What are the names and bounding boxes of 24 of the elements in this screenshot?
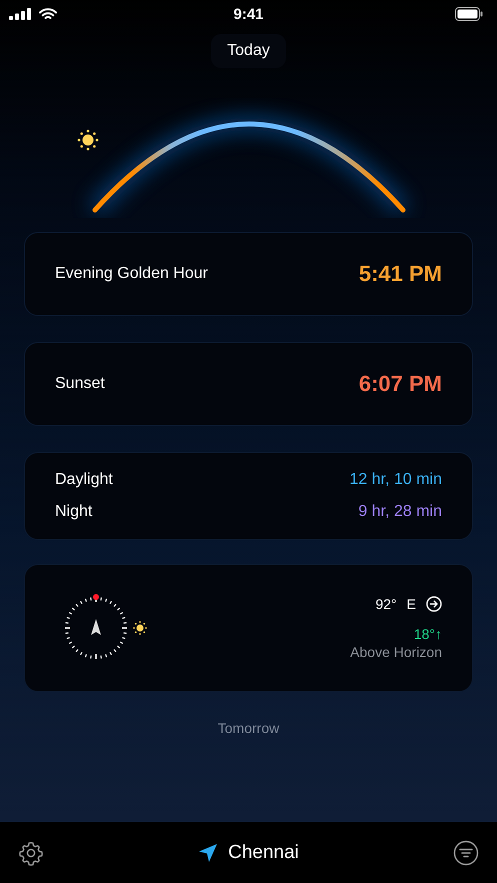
direction-label: E	[406, 596, 416, 612]
event-label: Evening Golden Hour	[55, 265, 208, 283]
event-time: 5:41 PM	[358, 261, 442, 287]
altitude-value: 18°↑	[414, 626, 442, 642]
duration-value: 12 hr, 10 min	[350, 471, 442, 489]
location-arrow-icon	[198, 842, 218, 862]
day-button[interactable]: Today	[211, 34, 286, 68]
event-time: 6:07 PM	[358, 371, 442, 397]
event-label: Sunset	[55, 375, 105, 393]
altitude-label: Above Horizon	[350, 644, 442, 660]
location-button[interactable]: Chennai	[198, 842, 299, 864]
filter-icon[interactable]	[453, 840, 479, 866]
sun-icon	[76, 128, 100, 152]
signal-icon	[9, 8, 31, 20]
wifi-icon	[39, 8, 57, 20]
arrow-circle-icon	[426, 596, 442, 612]
status-time: 9:41	[232, 6, 265, 22]
duration-label: Daylight	[55, 471, 113, 489]
settings-icon[interactable]	[18, 840, 44, 866]
duration-value: 9 hr, 28 min	[358, 503, 442, 521]
duration-label: Night	[55, 503, 92, 521]
azimuth-value: 92°	[375, 596, 397, 612]
tomorrow-link[interactable]: Tomorrow	[218, 718, 280, 738]
battery-icon	[455, 7, 483, 21]
